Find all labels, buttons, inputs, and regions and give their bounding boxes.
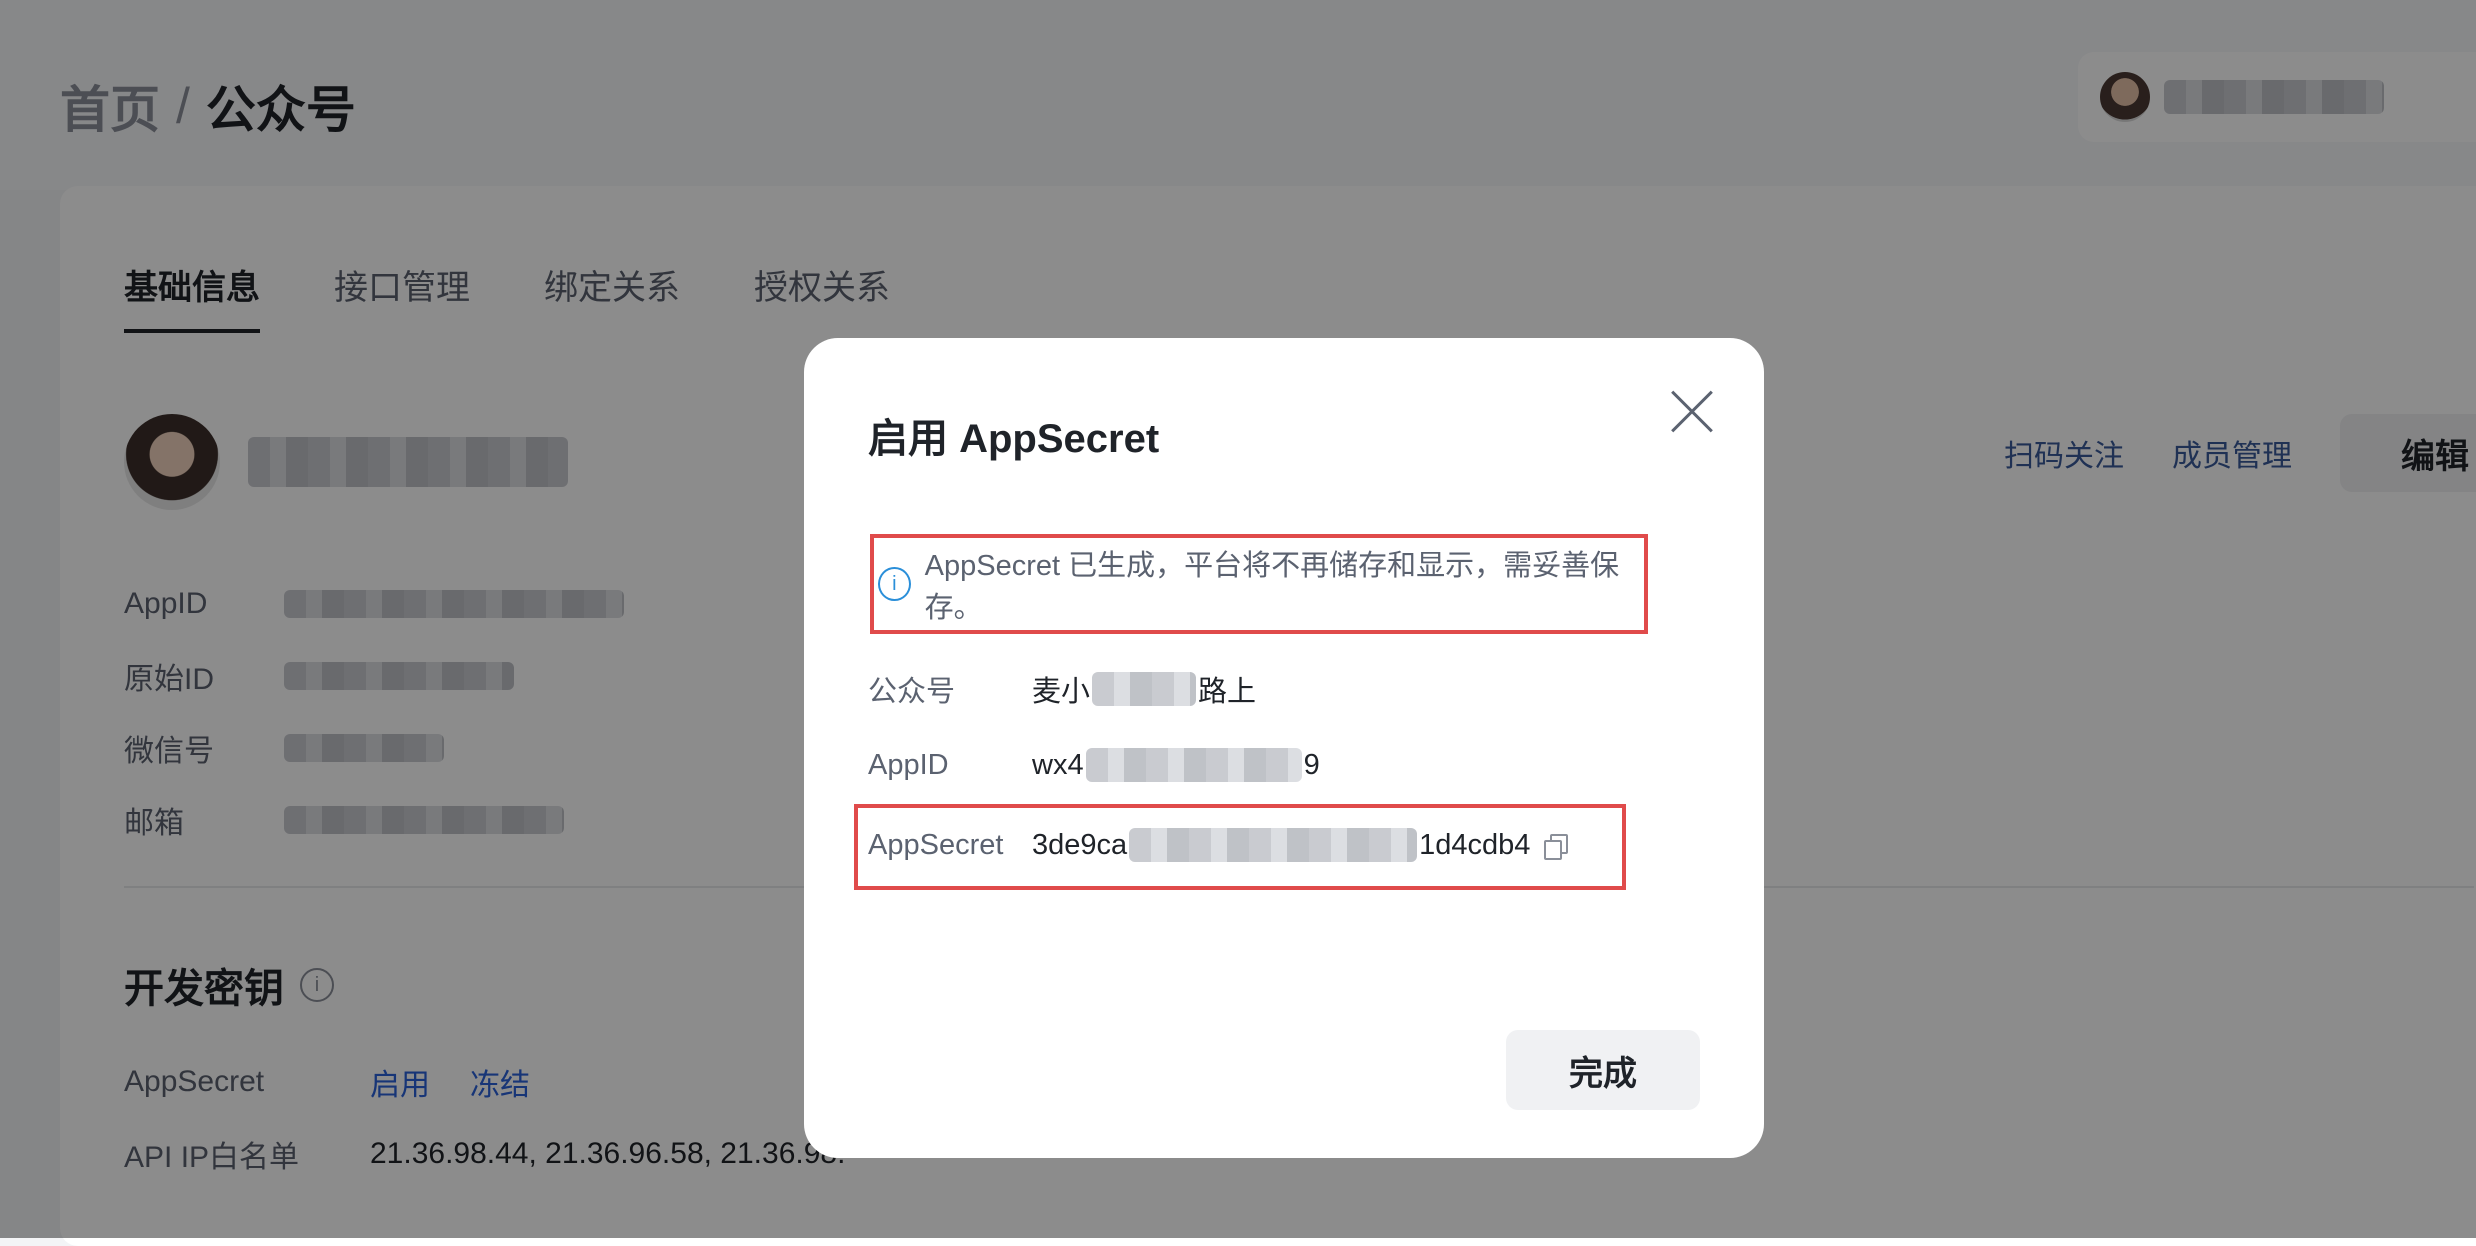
dialog-row-account: 公众号 麦小 路上 [868,668,1256,710]
enable-appsecret-dialog: 启用 AppSecret i AppSecret 已生成，平台将不再储存和显示，… [804,338,1764,1158]
dialog-value-appid: wx4 9 [1032,748,1320,782]
appid-redacted [1085,748,1302,782]
secret-prefix: 3de9ca [1032,828,1128,861]
secret-notice-text: AppSecret 已生成，平台将不再储存和显示，需妥善保存。 [924,550,1620,624]
dialog-row-appid: AppID wx4 9 [868,748,1320,782]
secret-notice: i AppSecret 已生成，平台将不再储存和显示，需妥善保存。 [870,534,1648,634]
copy-icon[interactable] [1544,834,1569,860]
dialog-label-appid: AppID [868,748,949,781]
dialog-title: 启用 AppSecret [868,417,1160,461]
appid-prefix: wx4 [1032,748,1084,781]
account-suffix: 路上 [1198,676,1257,708]
dialog-label-account: 公众号 [868,676,956,708]
dialog-row-appsecret: AppSecret 3de9ca 1d4cdb4 [868,828,1569,862]
info-circle-icon: i [878,567,911,601]
dialog-value-account: 麦小 路上 [1032,668,1256,710]
secret-suffix: 1d4cdb4 [1419,828,1531,861]
close-icon[interactable] [1670,390,1714,434]
done-button[interactable]: 完成 [1506,1030,1700,1110]
account-redacted [1092,672,1197,706]
account-prefix: 麦小 [1032,676,1091,708]
dialog-value-appsecret: 3de9ca 1d4cdb4 [1032,828,1569,862]
appid-suffix: 9 [1303,748,1320,781]
dialog-label-appsecret: AppSecret [868,828,1004,861]
secret-redacted [1129,828,1418,862]
